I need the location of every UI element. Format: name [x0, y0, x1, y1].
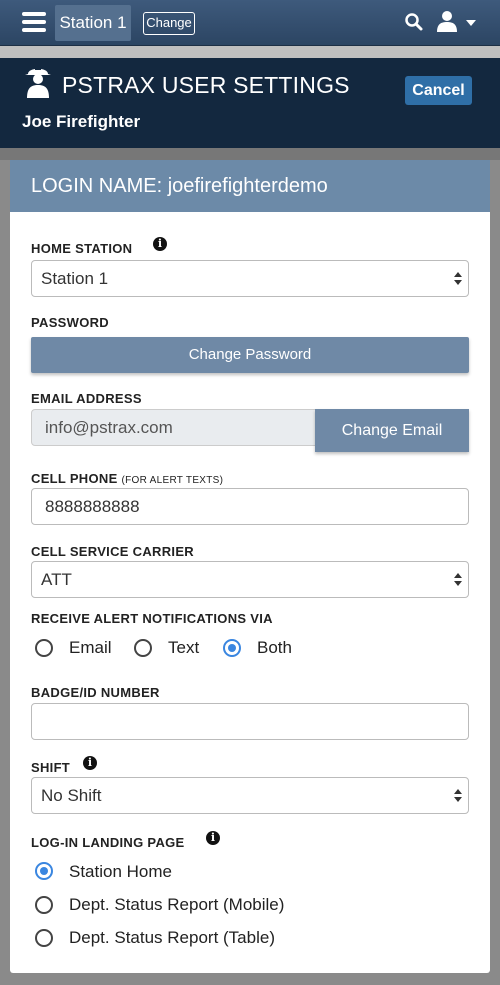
select-arrows-icon: [454, 789, 462, 803]
divider: [0, 46, 500, 58]
carrier-select[interactable]: ATT: [31, 561, 469, 598]
info-icon[interactable]: i: [206, 831, 220, 845]
select-arrows-icon: [454, 272, 462, 286]
notify-email-radio[interactable]: [35, 639, 53, 657]
notify-text-label: Text: [168, 638, 200, 657]
shift-select[interactable]: No Shift: [31, 777, 469, 814]
landing-status-table-label: Dept. Status Report (Table): [69, 928, 275, 947]
firefighter-icon: [25, 66, 51, 98]
landing-status-mobile-radio[interactable]: [35, 896, 53, 914]
cell-phone-label: CELL PHONE (FOR ALERT TEXTS): [31, 471, 223, 486]
password-label: PASSWORD: [31, 315, 109, 330]
landing-status-mobile-label: Dept. Status Report (Mobile): [69, 895, 285, 914]
change-station-button[interactable]: Change: [143, 12, 195, 35]
home-station-label: HOME STATION: [31, 241, 133, 256]
notify-both-radio[interactable]: [223, 639, 241, 657]
settings-card: LOGIN NAME: joefirefighterdemo HOME STAT…: [10, 160, 490, 973]
page-title: PSTRAX USER SETTINGS: [62, 72, 350, 98]
email-label: EMAIL ADDRESS: [31, 391, 142, 406]
notify-text-radio[interactable]: [134, 639, 152, 657]
cancel-button[interactable]: Cancel: [405, 76, 472, 105]
landing-label: LOG-IN LANDING PAGE: [31, 835, 185, 850]
cell-phone-input[interactable]: 8888888888: [31, 488, 469, 525]
info-icon[interactable]: i: [83, 756, 97, 770]
notify-label: RECEIVE ALERT NOTIFICATIONS VIA: [31, 611, 273, 626]
carrier-value: ATT: [41, 570, 72, 589]
landing-station-home-radio[interactable]: [35, 862, 53, 880]
cell-phone-label-text: CELL PHONE: [31, 471, 118, 486]
user-icon[interactable]: [436, 10, 458, 32]
change-email-button[interactable]: Change Email: [315, 409, 469, 452]
notify-email-label: Email: [69, 638, 112, 657]
user-name: Joe Firefighter: [22, 112, 141, 131]
home-station-select[interactable]: Station 1: [31, 260, 469, 297]
badge-label: BADGE/ID NUMBER: [31, 685, 160, 700]
change-password-button[interactable]: Change Password: [31, 337, 469, 373]
select-arrows-icon: [454, 573, 462, 587]
shift-label: SHIFT: [31, 760, 71, 775]
info-icon[interactable]: i: [153, 237, 167, 251]
landing-status-table-radio[interactable]: [35, 929, 53, 947]
search-icon[interactable]: [404, 12, 424, 32]
station-selector[interactable]: Station 1: [55, 5, 131, 41]
home-station-value: Station 1: [41, 269, 109, 288]
top-nav: Station 1 Change: [0, 0, 500, 46]
email-field[interactable]: info@pstrax.com: [31, 409, 321, 446]
carrier-label: CELL SERVICE CARRIER: [31, 544, 194, 559]
landing-station-home-label: Station Home: [69, 862, 172, 881]
shift-value: No Shift: [41, 786, 102, 805]
chevron-down-icon[interactable]: [466, 20, 476, 26]
notify-both-label: Both: [257, 638, 292, 657]
cell-phone-hint: (FOR ALERT TEXTS): [121, 475, 224, 486]
login-name: LOGIN NAME: joefirefighterdemo: [31, 175, 328, 197]
page-header: PSTRAX USER SETTINGS Joe Firefighter Can…: [0, 58, 500, 148]
divider: [0, 148, 500, 160]
card-header: LOGIN NAME: joefirefighterdemo: [10, 160, 490, 212]
badge-input[interactable]: [31, 703, 469, 740]
menu-icon[interactable]: [22, 12, 46, 32]
